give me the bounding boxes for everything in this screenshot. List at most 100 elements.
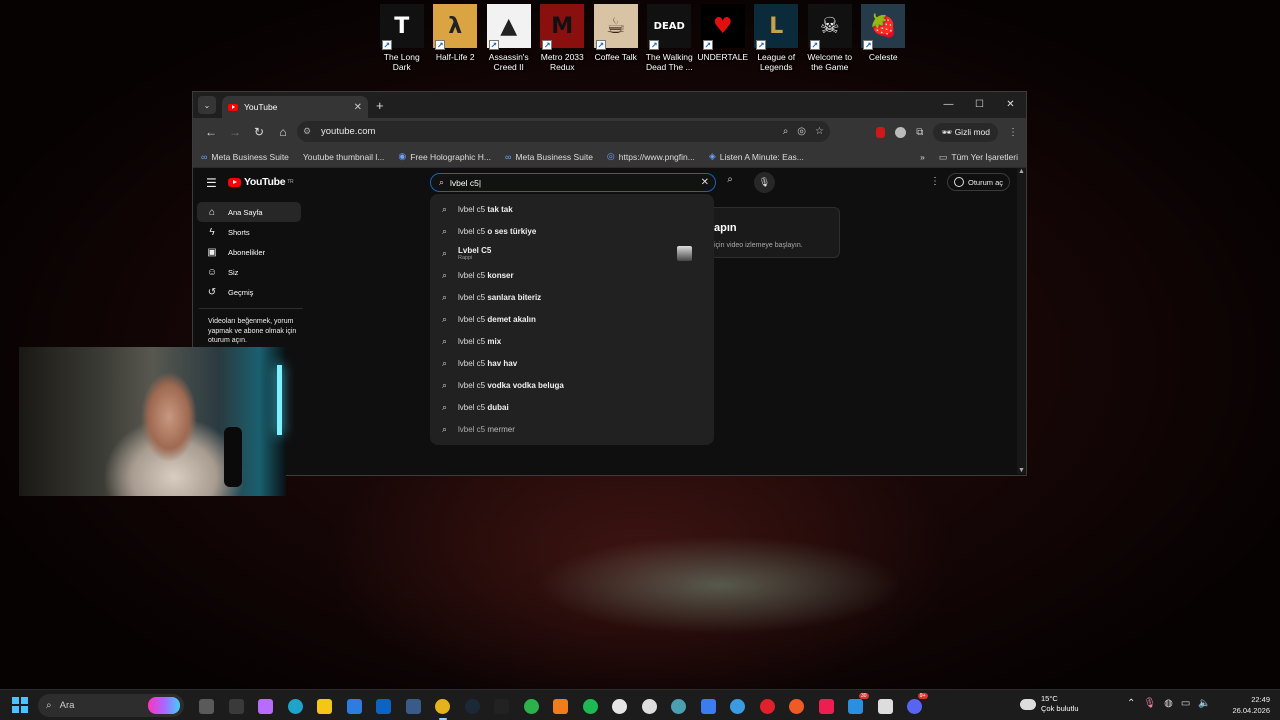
minimize-icon[interactable]: — [933, 92, 964, 118]
suggestion-item[interactable]: ⌕ lvbel c5 vodka vodka beluga [430, 374, 714, 396]
back-icon[interactable]: ← [199, 125, 223, 139]
incognito-badge[interactable]: 🕶 Gizli mod [933, 122, 998, 142]
desktop-icon[interactable]: ▲ ↗ Assassin's Creed II [482, 4, 536, 72]
suggestion-item[interactable]: ⌕ lvbel c5 tak tak [430, 198, 714, 220]
search-input[interactable]: ⌕ lvbel c5 | ✕ [430, 173, 716, 192]
desktop-icon[interactable]: T ↗ The Long Dark [375, 4, 429, 72]
desktop-icon[interactable]: λ ↗ Half-Life 2 [429, 4, 483, 72]
voice-search-icon[interactable]: 🎙 [754, 172, 775, 193]
suggestion-item[interactable]: ⌕ lvbel c5 mix [430, 330, 714, 352]
brave-icon[interactable] [782, 695, 812, 717]
whatsapp-icon[interactable]: 30 [841, 693, 871, 717]
scroll-down-icon[interactable]: ▼ [1018, 467, 1025, 474]
sidebar-item[interactable]: ↺ Geçmiş [197, 282, 301, 302]
folder-icon[interactable] [310, 695, 340, 717]
todo-icon[interactable] [694, 695, 724, 717]
browser-menu-icon[interactable]: ⋮ [1008, 127, 1018, 138]
capcut-icon[interactable] [871, 695, 901, 717]
bookmark-star-icon[interactable]: ☆ [815, 126, 824, 137]
sidebar-item[interactable]: ▣ Abonelikler [197, 242, 301, 262]
desktop-icon[interactable]: ☠ ↗ Welcome to the Game [803, 4, 857, 72]
tray-chevron-icon[interactable]: ⌃ [1127, 698, 1135, 709]
ethernet-icon[interactable]: ▭ [1181, 698, 1190, 709]
reload-icon[interactable]: ↻ [247, 125, 271, 139]
scroll-up-icon[interactable]: ▲ [1018, 168, 1025, 175]
desktop-icon[interactable]: DEAD ↗ The Walking Dead The ... [643, 4, 697, 72]
site-info-icon[interactable]: ⚙ [303, 126, 317, 137]
tab-search-chevron-icon[interactable]: ⌄ [198, 96, 216, 114]
bookmark-item[interactable]: ◈ Listen A Minute: Eas... [709, 151, 804, 162]
spotify-icon[interactable] [576, 695, 606, 717]
obs-icon[interactable] [605, 695, 635, 717]
home-icon[interactable]: ⌂ [271, 125, 295, 139]
xbox-icon[interactable] [517, 695, 547, 717]
signin-button[interactable]: Oturum aç [947, 173, 1011, 191]
search-button[interactable]: ⌕ [719, 174, 741, 191]
suggestion-item[interactable]: ⌕ lvbel c5 dubai [430, 396, 714, 418]
taskbar-search[interactable]: ⌕ Ara [38, 694, 184, 717]
address-bar[interactable]: ⚙ youtube.com ⌕ ◎ ☆ [297, 121, 830, 142]
teams-icon[interactable] [723, 695, 753, 717]
hamburger-menu-icon[interactable]: ☰ [206, 176, 217, 190]
more-options-icon[interactable]: ⋮ [930, 176, 940, 187]
suggestion-item[interactable]: ⌕ lvbel c5 mermer [430, 418, 714, 440]
close-tab-icon[interactable]: ✕ [354, 102, 362, 113]
store-icon[interactable] [340, 695, 370, 717]
close-window-icon[interactable]: ✕ [995, 92, 1026, 118]
more-bookmarks-icon[interactable]: » [920, 152, 925, 162]
tracking-eye-off-icon[interactable]: ◎ [797, 126, 806, 137]
start-button[interactable] [12, 697, 28, 713]
suggestion-item[interactable]: ⌕ lvbel c5 demet akalın [430, 308, 714, 330]
sidebar-item[interactable]: ϟ Shorts [197, 222, 301, 242]
clear-search-icon[interactable]: ✕ [701, 177, 709, 188]
tiktok-icon[interactable] [812, 695, 842, 717]
page-scrollbar[interactable]: ▲ ▼ [1017, 168, 1026, 474]
microphone-tray-icon[interactable]: 🎙 [1143, 698, 1156, 709]
desktop-icon[interactable]: M ↗ Metro 2033 Redux [536, 4, 590, 72]
volume-icon[interactable]: 🔈 [1198, 698, 1210, 709]
chrome-icon[interactable] [428, 695, 458, 720]
bookmark-item[interactable]: ∞ Meta Business Suite [505, 152, 593, 162]
desktop-icon[interactable]: ♥ ↗ UNDERTALE [696, 4, 750, 72]
settings-icon[interactable] [635, 695, 665, 717]
suggestion-item[interactable]: ⌕ lvbel c5 sanlara biteriz [430, 286, 714, 308]
zoom-icon[interactable]: ⌕ [783, 126, 789, 137]
desktop-icon[interactable]: ☕ ↗ Coffee Talk [589, 4, 643, 72]
suggestion-item[interactable]: ⌕ lvbel c5 hav hav [430, 352, 714, 374]
discord-icon[interactable]: 9+ [900, 693, 930, 717]
outlook-icon[interactable] [369, 695, 399, 717]
opera-icon[interactable] [753, 695, 783, 717]
edge-icon[interactable] [281, 695, 311, 717]
sidebar-item[interactable]: ⌂ Ana Sayfa [197, 202, 301, 222]
suggestion-item[interactable]: ⌕ lvbel c5 konser [430, 264, 714, 286]
forward-icon[interactable]: → [223, 125, 247, 139]
all-bookmarks[interactable]: ▭ Tüm Yer İşaretleri [939, 152, 1018, 163]
file-explorer-icon[interactable] [192, 695, 222, 717]
bookmark-item[interactable]: ◎ https://www.pngfin... [607, 151, 695, 162]
tab-youtube[interactable]: YouTube ✕ [222, 96, 368, 118]
copilot-icon[interactable] [251, 695, 281, 717]
suggestion-item[interactable]: ⌕ Lvbel C5 Rappi [430, 242, 714, 264]
new-tab-icon[interactable]: + [376, 98, 384, 113]
clock[interactable]: 22:49 26.04.2026 [1224, 694, 1270, 716]
extension-red-icon[interactable] [876, 126, 886, 138]
youtube-logo[interactable]: YouTube TR [228, 176, 294, 188]
weather-widget[interactable]: 15°C Çok bulutlu [1018, 694, 1079, 714]
extension-grey-icon[interactable] [895, 126, 907, 138]
network-icon[interactable]: ◍ [1164, 698, 1173, 709]
suggestion-item[interactable]: ⌕ lvbel c5 o ses türkiye [430, 220, 714, 242]
sublime-icon[interactable] [546, 695, 576, 717]
extensions-puzzle-icon[interactable]: ⧉ [916, 127, 923, 138]
bookmark-item[interactable]: Youtube thumbnail l... [303, 152, 384, 162]
desktop-icon[interactable]: L ↗ League of Legends [750, 4, 804, 72]
epic-games-icon[interactable] [487, 695, 517, 717]
bookmark-item[interactable]: ◉ Free Holographic H... [398, 151, 491, 162]
steam-icon[interactable] [458, 695, 488, 717]
bookmark-item[interactable]: ∞ Meta Business Suite [201, 152, 289, 162]
monitor-icon[interactable] [222, 695, 252, 717]
calculator-icon[interactable] [399, 695, 429, 717]
maximize-icon[interactable]: ☐ [964, 92, 995, 118]
desktop-icon[interactable]: 🍓 ↗ Celeste [857, 4, 911, 72]
sidebar-item[interactable]: ☺ Siz [197, 262, 301, 282]
maps-icon[interactable] [664, 695, 694, 717]
